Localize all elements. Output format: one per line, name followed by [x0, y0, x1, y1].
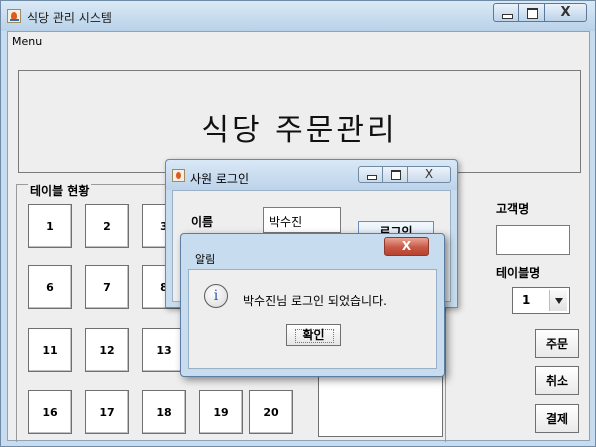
alert-dialog: 알림 X i 박수진님 로그인 되었습니다. 확인 — [180, 233, 445, 377]
java-app-icon — [172, 169, 185, 182]
table-button-20[interactable]: 20 — [249, 390, 293, 434]
maximize-button[interactable] — [519, 3, 545, 22]
order-button[interactable]: 주문 — [535, 329, 579, 358]
table-button-2[interactable]: 2 — [85, 204, 129, 248]
login-minimize-button[interactable] — [358, 166, 383, 183]
name-input[interactable]: 박수진 — [263, 207, 341, 233]
alert-message: 박수진님 로그인 되었습니다. — [243, 294, 387, 308]
table-button-19[interactable]: 19 — [199, 390, 243, 434]
table-button-7[interactable]: 7 — [85, 265, 129, 309]
customer-name-label: 고객명 — [496, 202, 530, 216]
table-name-label: 테이블명 — [496, 266, 541, 280]
login-caption-buttons: X — [358, 166, 451, 183]
table-button-17[interactable]: 17 — [85, 390, 129, 434]
customer-name-field[interactable] — [496, 225, 570, 255]
close-icon: X — [560, 5, 571, 20]
login-dialog-title: 사원 로그인 — [190, 172, 250, 186]
table-button-12[interactable]: 12 — [85, 328, 129, 372]
table-status-label: 테이블 현황 — [28, 182, 92, 199]
cancel-button[interactable]: 취소 — [535, 366, 579, 395]
table-button-1[interactable]: 1 — [28, 204, 72, 248]
alert-dialog-body: i 박수진님 로그인 되었습니다. 확인 — [188, 269, 437, 369]
ok-button[interactable]: 확인 — [286, 324, 341, 346]
close-button[interactable]: X — [545, 3, 587, 22]
name-label: 이름 — [191, 215, 214, 229]
table-select[interactable]: 1 — [512, 287, 570, 314]
table-button-18[interactable]: 18 — [142, 390, 186, 434]
info-icon: i — [204, 284, 228, 308]
table-select-value: 1 — [522, 293, 531, 307]
table-button-11[interactable]: 11 — [28, 328, 72, 372]
table-button-6[interactable]: 6 — [28, 265, 72, 309]
minimize-button[interactable] — [493, 3, 519, 22]
table-button-16[interactable]: 16 — [28, 390, 72, 434]
alert-dialog-title: 알림 — [195, 253, 216, 266]
title-banner: 식당 주문관리 — [18, 70, 581, 173]
login-close-button[interactable]: X — [408, 166, 451, 183]
alert-close-button[interactable]: X — [384, 237, 429, 256]
close-icon: X — [401, 239, 412, 253]
window-title: 식당 관리 시스템 — [27, 11, 112, 25]
java-app-icon — [7, 9, 21, 23]
main-titlebar[interactable]: 식당 관리 시스템 X — [1, 1, 595, 31]
close-icon: X — [424, 167, 434, 181]
login-maximize-button[interactable] — [383, 166, 408, 183]
chevron-down-icon[interactable] — [549, 290, 567, 311]
banner-title: 식당 주문관리 — [201, 113, 398, 148]
menu-item-menu[interactable]: Menu — [12, 35, 42, 48]
pay-button[interactable]: 결제 — [535, 404, 579, 433]
name-input-value: 박수진 — [269, 215, 303, 229]
menu-bar: Menu — [8, 32, 589, 52]
window-caption-buttons: X — [493, 3, 587, 22]
